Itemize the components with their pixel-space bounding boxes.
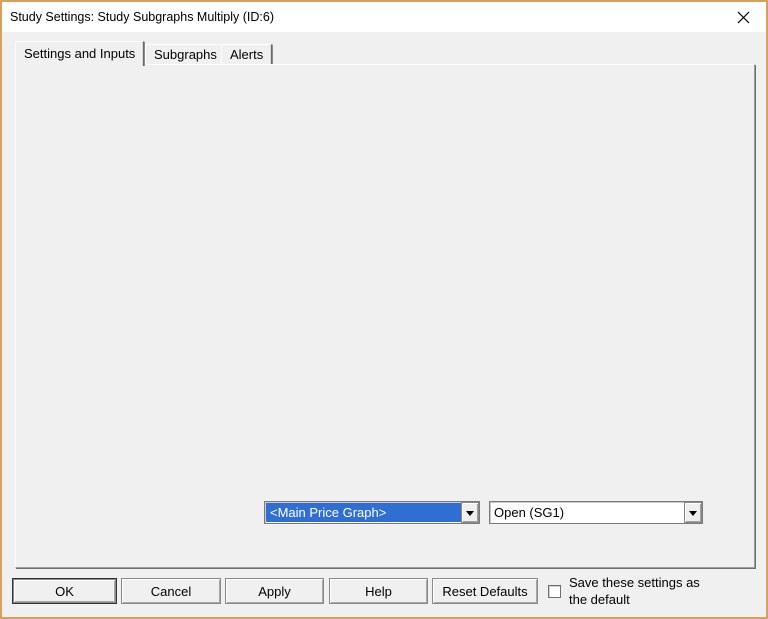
- chevron-down-icon[interactable]: [461, 502, 479, 523]
- ok-button[interactable]: OK: [12, 578, 117, 604]
- tab-page-panel: [15, 64, 755, 568]
- save-as-default-label: Save these settings as the default: [569, 575, 700, 607]
- tab-label: Settings and Inputs: [24, 46, 136, 61]
- cancel-button-label: Cancel: [150, 583, 192, 599]
- title-bar: Study Settings: Study Subgraphs Multiply…: [2, 2, 766, 32]
- chevron-down-icon[interactable]: [684, 502, 702, 523]
- tab-subgraphs[interactable]: Subgraphs: [145, 44, 226, 65]
- apply-button[interactable]: Apply: [225, 578, 324, 604]
- input-study-subgraph-select[interactable]: Open (SG1): [489, 501, 703, 524]
- tab-settings-and-inputs[interactable]: Settings and Inputs: [15, 41, 145, 66]
- tab-label: Alerts: [230, 47, 264, 62]
- apply-button-label: Apply: [258, 583, 291, 599]
- input-study-value: <Main Price Graph>: [266, 503, 461, 522]
- tab-label: Subgraphs: [154, 47, 217, 62]
- input-study-subgraph-value: Open (SG1): [494, 505, 565, 520]
- tab-alerts[interactable]: Alerts: [221, 44, 273, 65]
- reset-defaults-button[interactable]: Reset Defaults: [432, 578, 538, 604]
- close-icon[interactable]: [720, 2, 766, 32]
- ok-button-label: OK: [55, 583, 74, 599]
- reset-defaults-button-label: Reset Defaults: [442, 583, 528, 599]
- help-button-label: Help: [365, 583, 392, 599]
- study-settings-dialog: Study Settings: Study Subgraphs Multiply…: [0, 0, 768, 619]
- save-as-default-checkbox[interactable]: Save these settings as the default: [548, 574, 709, 608]
- help-button[interactable]: Help: [329, 578, 428, 604]
- input-study-select[interactable]: <Main Price Graph>: [264, 501, 480, 524]
- cancel-button[interactable]: Cancel: [121, 578, 221, 604]
- checkbox-box[interactable]: [548, 585, 561, 598]
- dialog-title: Study Settings: Study Subgraphs Multiply…: [10, 10, 275, 24]
